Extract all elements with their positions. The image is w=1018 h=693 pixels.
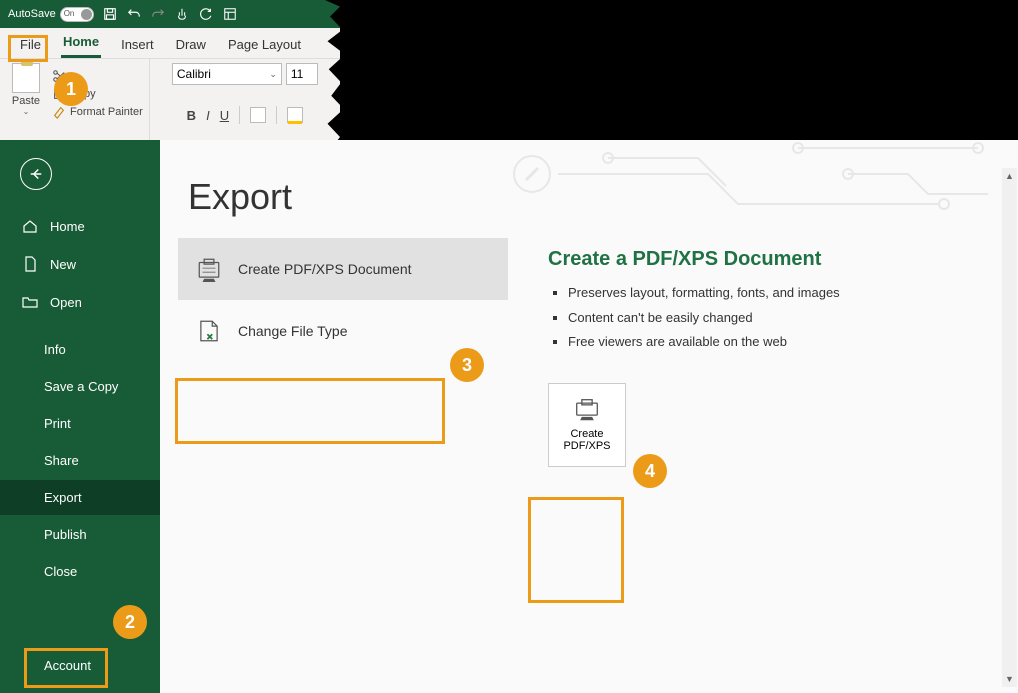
vertical-scrollbar[interactable]: ▲ ▼ <box>1002 168 1017 687</box>
export-bullet: Content can't be easily changed <box>568 306 840 331</box>
borders-button[interactable] <box>250 107 266 123</box>
callout-4: 4 <box>633 454 667 488</box>
tab-file[interactable]: File <box>18 33 43 58</box>
underline-button[interactable]: U <box>220 108 229 123</box>
callout-1: 1 <box>54 72 88 106</box>
callout-3: 3 <box>450 348 484 382</box>
export-detail-title: Create a PDF/XPS Document <box>548 248 840 271</box>
ribbon-tabs: File Home Insert Draw Page Layout <box>0 28 340 58</box>
redo-icon[interactable] <box>150 6 166 22</box>
font-size-select[interactable]: 11 <box>286 63 318 85</box>
tab-home[interactable]: Home <box>61 30 101 58</box>
toggle-pill-icon[interactable]: On <box>60 7 94 22</box>
sidebar-item-open[interactable]: Open <box>0 284 160 320</box>
backstage-main: Export Create PDF/XPS Document Change Fi… <box>160 140 1018 693</box>
refresh-icon[interactable] <box>198 6 214 22</box>
sidebar-item-account[interactable]: Account <box>0 648 160 683</box>
export-option-pdf[interactable]: Create PDF/XPS Document <box>178 238 508 300</box>
save-icon[interactable] <box>102 6 118 22</box>
create-pdf-button[interactable]: CreatePDF/XPS <box>548 383 626 467</box>
callout-2: 2 <box>113 605 147 639</box>
form-icon[interactable] <box>222 6 238 22</box>
back-button[interactable] <box>20 158 52 190</box>
paintbrush-icon <box>52 105 66 119</box>
scroll-up-icon[interactable]: ▲ <box>1002 168 1017 184</box>
sidebar-item-close[interactable]: Close <box>0 554 160 589</box>
autosave-label: AutoSave <box>8 8 56 20</box>
arrow-left-icon <box>27 165 45 183</box>
sidebar-item-share[interactable]: Share <box>0 443 160 478</box>
italic-button[interactable]: I <box>206 108 210 123</box>
tab-page-layout[interactable]: Page Layout <box>226 33 303 58</box>
sidebar-item-info[interactable]: Info <box>0 332 160 367</box>
home-icon <box>22 218 38 234</box>
font-name-select[interactable]: Calibri⌄ <box>172 63 282 85</box>
sidebar-item-new[interactable]: New <box>0 246 160 282</box>
sidebar-item-export[interactable]: Export <box>0 480 160 515</box>
open-icon <box>22 294 38 310</box>
quick-access-toolbar: AutoSave On <box>0 0 340 28</box>
touch-icon[interactable] <box>174 6 190 22</box>
fill-color-button[interactable] <box>287 107 303 123</box>
export-bullet: Preserves layout, formatting, fonts, and… <box>568 281 840 306</box>
pdf-icon <box>196 256 222 282</box>
change-file-type-icon <box>196 318 222 344</box>
tab-insert[interactable]: Insert <box>119 33 156 58</box>
sidebar-item-publish[interactable]: Publish <box>0 517 160 552</box>
new-icon <box>22 256 38 272</box>
bold-button[interactable]: B <box>187 108 196 123</box>
export-bullet: Free viewers are available on the web <box>568 330 840 355</box>
decor-background <box>498 140 1018 220</box>
undo-icon[interactable] <box>126 6 142 22</box>
sidebar-item-print[interactable]: Print <box>0 406 160 441</box>
format-painter-button[interactable]: Format Painter <box>52 105 143 119</box>
sidebar-item-save-copy[interactable]: Save a Copy <box>0 369 160 404</box>
scroll-down-icon[interactable]: ▼ <box>1002 671 1017 687</box>
autosave-toggle[interactable]: AutoSave On <box>8 7 94 22</box>
tab-draw[interactable]: Draw <box>174 33 208 58</box>
sidebar-item-home[interactable]: Home <box>0 208 160 244</box>
paste-button[interactable]: Paste ⌄ <box>6 63 46 119</box>
printer-icon <box>573 398 601 422</box>
backstage-view: cel to PDF.xlsx - Saved John MacDougall … <box>0 140 1018 693</box>
export-detail-panel: Create a PDF/XPS Document Preserves layo… <box>548 238 840 467</box>
clipboard-icon <box>12 63 40 93</box>
